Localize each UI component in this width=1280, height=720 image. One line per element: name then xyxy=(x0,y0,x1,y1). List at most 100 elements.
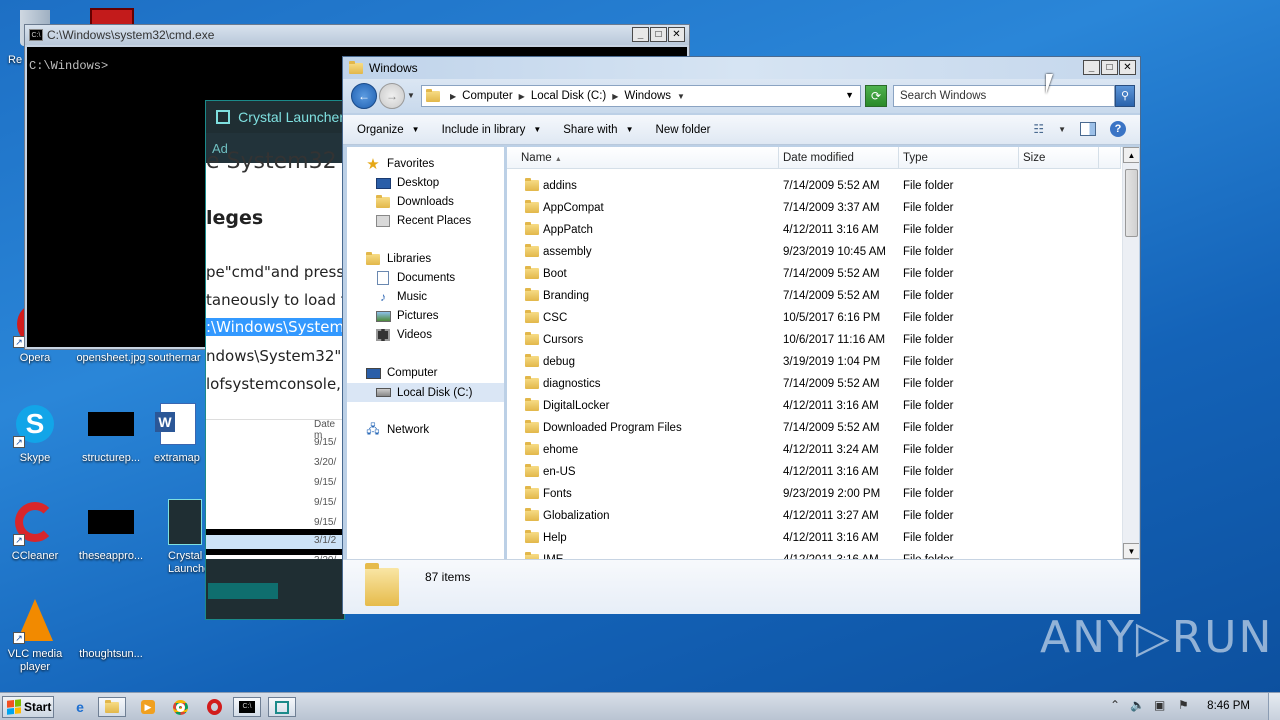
back-button[interactable]: ← xyxy=(351,83,377,109)
action-center-flag-icon[interactable]: ⚑ xyxy=(1178,698,1189,712)
close-button[interactable]: ✕ xyxy=(1119,60,1136,75)
nav-desktop[interactable]: Desktop xyxy=(375,176,439,190)
nav-recent-places[interactable]: Recent Places xyxy=(375,214,471,228)
windows-explorer-taskbar-icon[interactable] xyxy=(98,697,126,717)
vertical-scrollbar[interactable]: ▲ ▼ xyxy=(1122,147,1139,559)
chrome-icon[interactable] xyxy=(166,697,194,717)
scroll-up-arrow-icon[interactable]: ▲ xyxy=(1123,147,1139,163)
breadcrumb-chevron-icon[interactable]: ▶ xyxy=(450,92,456,101)
table-row[interactable]: diagnostics 7/14/2009 5:52 AM File folder xyxy=(507,373,1121,395)
scroll-down-arrow-icon[interactable]: ▼ xyxy=(1123,543,1139,559)
media-player-icon[interactable]: ▶ xyxy=(134,697,162,717)
file-name: Globalization xyxy=(543,510,610,522)
nav-network[interactable]: 🖧 Network xyxy=(365,422,429,437)
share-with-menu[interactable]: Share with ▼ xyxy=(563,124,633,136)
table-row[interactable]: Cursors 10/6/2017 11:16 AM File folder xyxy=(507,329,1121,351)
desktop-icon-thoughtsun[interactable]: thoughtsun... xyxy=(74,596,148,661)
nav-documents[interactable]: Documents xyxy=(375,271,455,285)
crystal-action-button[interactable] xyxy=(208,583,278,599)
table-row[interactable]: AppCompat 7/14/2009 3:37 AM File folder xyxy=(507,197,1121,219)
table-row[interactable]: Globalization 4/12/2011 3:27 AM File folde… xyxy=(507,505,1121,527)
opera-taskbar-icon[interactable] xyxy=(200,697,228,717)
view-options-dropdown-icon[interactable]: ▼ xyxy=(1058,125,1066,134)
column-header-date-modified[interactable]: Date modified xyxy=(779,147,899,169)
table-row[interactable]: assembly 9/23/2019 10:45 AM File folder xyxy=(507,241,1121,263)
new-folder-button[interactable]: New folder xyxy=(656,124,711,136)
folder-icon xyxy=(525,222,539,235)
nav-libraries[interactable]: Libraries xyxy=(365,251,431,266)
minimize-button[interactable]: _ xyxy=(632,27,649,42)
recent-pages-dropdown-icon[interactable]: ▼ xyxy=(407,91,415,100)
table-row[interactable]: Downloaded Program Files 7/14/2009 5:52 A… xyxy=(507,417,1121,439)
internet-explorer-icon[interactable]: e xyxy=(66,697,94,717)
desktop-icon-structurep[interactable]: structurep... xyxy=(74,400,148,465)
scrollbar-thumb[interactable] xyxy=(1125,169,1138,237)
volume-icon[interactable]: 🔈 xyxy=(1130,698,1145,712)
network-tray-icon[interactable]: ▣ xyxy=(1154,698,1165,712)
search-icon[interactable]: ⚲ xyxy=(1115,85,1135,107)
change-view-icon[interactable]: ☷ xyxy=(1033,122,1044,136)
table-row[interactable]: IME 4/12/2011 3:16 AM File folder xyxy=(507,549,1121,559)
table-row[interactable]: Fonts 9/23/2019 2:00 PM File folder xyxy=(507,483,1121,505)
maximize-button[interactable]: □ xyxy=(1101,60,1118,75)
maximize-button[interactable]: □ xyxy=(650,27,667,42)
folder-icon xyxy=(525,442,539,455)
explorer-window[interactable]: Windows _ □ ✕ ← → ▼ ▶ Computer ▶ Local D… xyxy=(342,56,1141,614)
show-hidden-icons-icon[interactable]: ⌃ xyxy=(1110,698,1120,712)
explorer-titlebar[interactable]: Windows xyxy=(343,57,1140,79)
table-row[interactable]: AppPatch 4/12/2011 3:16 AM File folder xyxy=(507,219,1121,241)
nav-local-disk[interactable]: Local Disk (C:) xyxy=(347,383,504,402)
start-button[interactable]: Start xyxy=(2,696,54,718)
desktop-icon-theseappro[interactable]: theseappro... xyxy=(74,498,148,563)
crystal-titlebar[interactable]: Crystal Launcher xyxy=(206,101,344,133)
table-row[interactable]: en-US 4/12/2011 3:16 AM File folder xyxy=(507,461,1121,483)
breadcrumb-local-disk[interactable]: Local Disk (C:) xyxy=(531,90,606,102)
breadcrumb-chevron-icon[interactable]: ▶ xyxy=(519,92,525,101)
column-header-size[interactable]: Size xyxy=(1019,147,1099,169)
column-header-type[interactable]: Type xyxy=(899,147,1019,169)
forward-button[interactable]: → xyxy=(379,83,405,109)
crystal-launcher-window[interactable]: Crystal Launcher Ad e System32 leges pe"… xyxy=(205,100,345,620)
include-in-library-menu[interactable]: Include in library ▼ xyxy=(442,124,542,136)
breadcrumb-computer[interactable]: Computer xyxy=(462,90,513,102)
nav-favorites[interactable]: ★ Favorites xyxy=(365,156,434,173)
cmd-taskbar-icon[interactable]: C:\ xyxy=(233,697,261,717)
minimize-button[interactable]: _ xyxy=(1083,60,1100,75)
cmd-titlebar[interactable]: C:\ C:\Windows\system32\cmd.exe xyxy=(25,25,689,45)
address-history-dropdown-icon[interactable]: ▼ xyxy=(845,90,854,100)
breadcrumb-chevron-icon[interactable]: ▶ xyxy=(612,92,618,101)
table-row[interactable]: addins 7/14/2009 5:52 AM File folder xyxy=(507,175,1121,197)
table-row[interactable]: Branding 7/14/2009 5:52 AM File folder xyxy=(507,285,1121,307)
desktop-icon-vlc[interactable]: ↗ VLC media player xyxy=(0,596,72,674)
crystal-date: 9/15/ xyxy=(314,497,337,508)
nav-computer[interactable]: Computer xyxy=(365,366,438,380)
preview-pane-icon[interactable] xyxy=(1080,122,1096,136)
nav-pictures[interactable]: Pictures xyxy=(375,309,439,323)
column-header-name[interactable]: Name ▲ xyxy=(507,147,779,169)
table-row[interactable]: Help 4/12/2011 3:16 AM File folder xyxy=(507,527,1121,549)
breadcrumb-windows[interactable]: Windows xyxy=(624,90,671,102)
organize-menu[interactable]: Organize ▼ xyxy=(357,124,420,136)
table-row[interactable]: Boot 7/14/2009 5:52 AM File folder xyxy=(507,263,1121,285)
table-row[interactable]: ehome 4/12/2011 3:24 AM File folder xyxy=(507,439,1121,461)
refresh-button[interactable]: ⟳ xyxy=(865,85,887,107)
file-type: File folder xyxy=(903,268,954,280)
desktop-icon-crystal-launcher[interactable]: Crystal Launche xyxy=(148,498,208,576)
breadcrumb-chevron-icon[interactable]: ▼ xyxy=(677,92,685,101)
help-icon[interactable]: ? xyxy=(1110,121,1126,137)
table-row[interactable]: CSC 10/5/2017 6:16 PM File folder xyxy=(507,307,1121,329)
search-input[interactable]: Search Windows xyxy=(893,85,1115,107)
table-row[interactable]: DigitalLocker 4/12/2011 3:16 AM File folde… xyxy=(507,395,1121,417)
table-row[interactable]: debug 3/19/2019 1:04 PM File folder xyxy=(507,351,1121,373)
clock[interactable]: 8:46 PM xyxy=(1207,700,1250,712)
crystal-launcher-taskbar-icon[interactable] xyxy=(268,697,296,717)
desktop-icon-extramap[interactable]: extramap xyxy=(148,400,208,465)
address-bar[interactable]: ▶ Computer ▶ Local Disk (C:) ▶ Windows ▼… xyxy=(421,85,861,107)
show-desktop-button[interactable] xyxy=(1268,693,1280,720)
nav-music[interactable]: ♪ Music xyxy=(375,290,427,304)
nav-videos[interactable]: Videos xyxy=(375,328,432,342)
desktop-icon-ccleaner[interactable]: ↗ CCleaner xyxy=(0,498,72,563)
nav-downloads[interactable]: Downloads xyxy=(375,194,454,209)
desktop-icon-skype[interactable]: S ↗ Skype xyxy=(0,400,72,465)
close-button[interactable]: ✕ xyxy=(668,27,685,42)
